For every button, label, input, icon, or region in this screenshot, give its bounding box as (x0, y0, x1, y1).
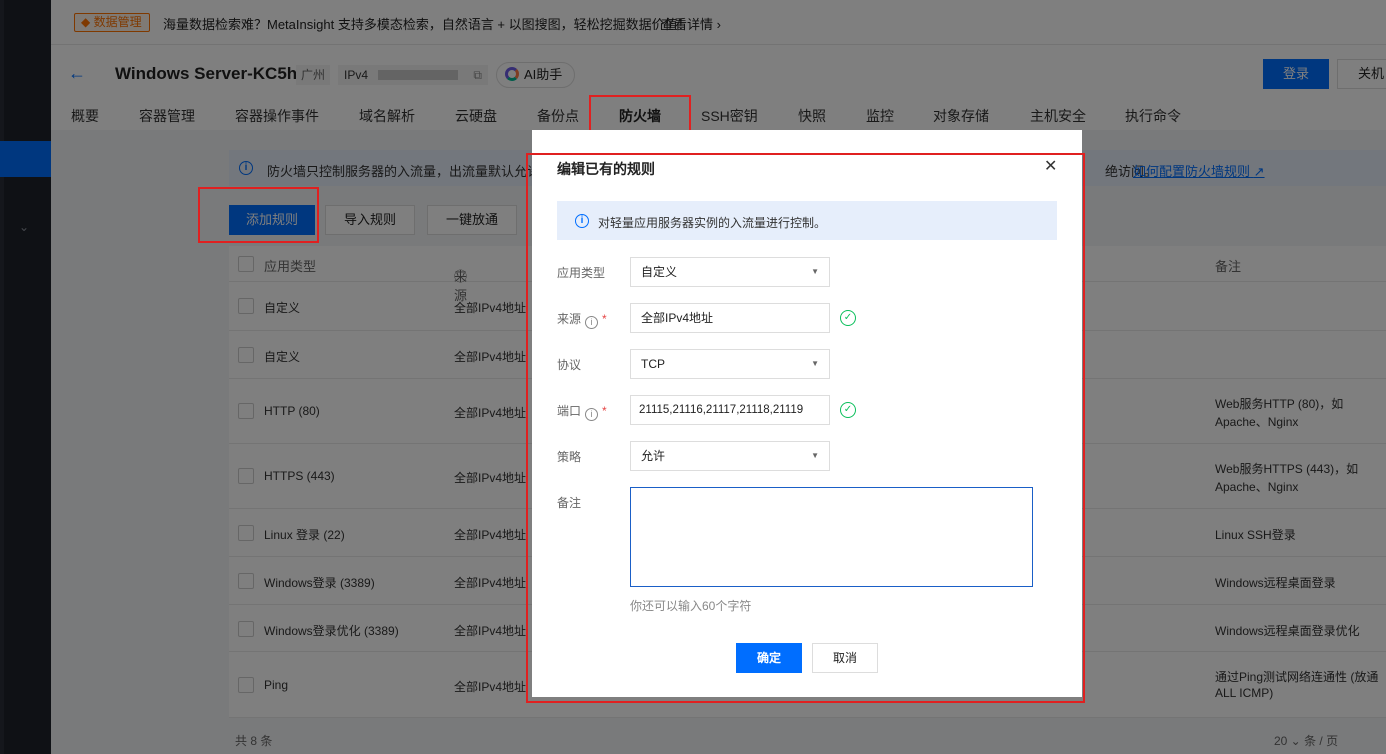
highlight-firewall-tab (589, 95, 691, 135)
highlight-add-rule (198, 187, 319, 243)
highlight-dialog (526, 153, 1085, 703)
